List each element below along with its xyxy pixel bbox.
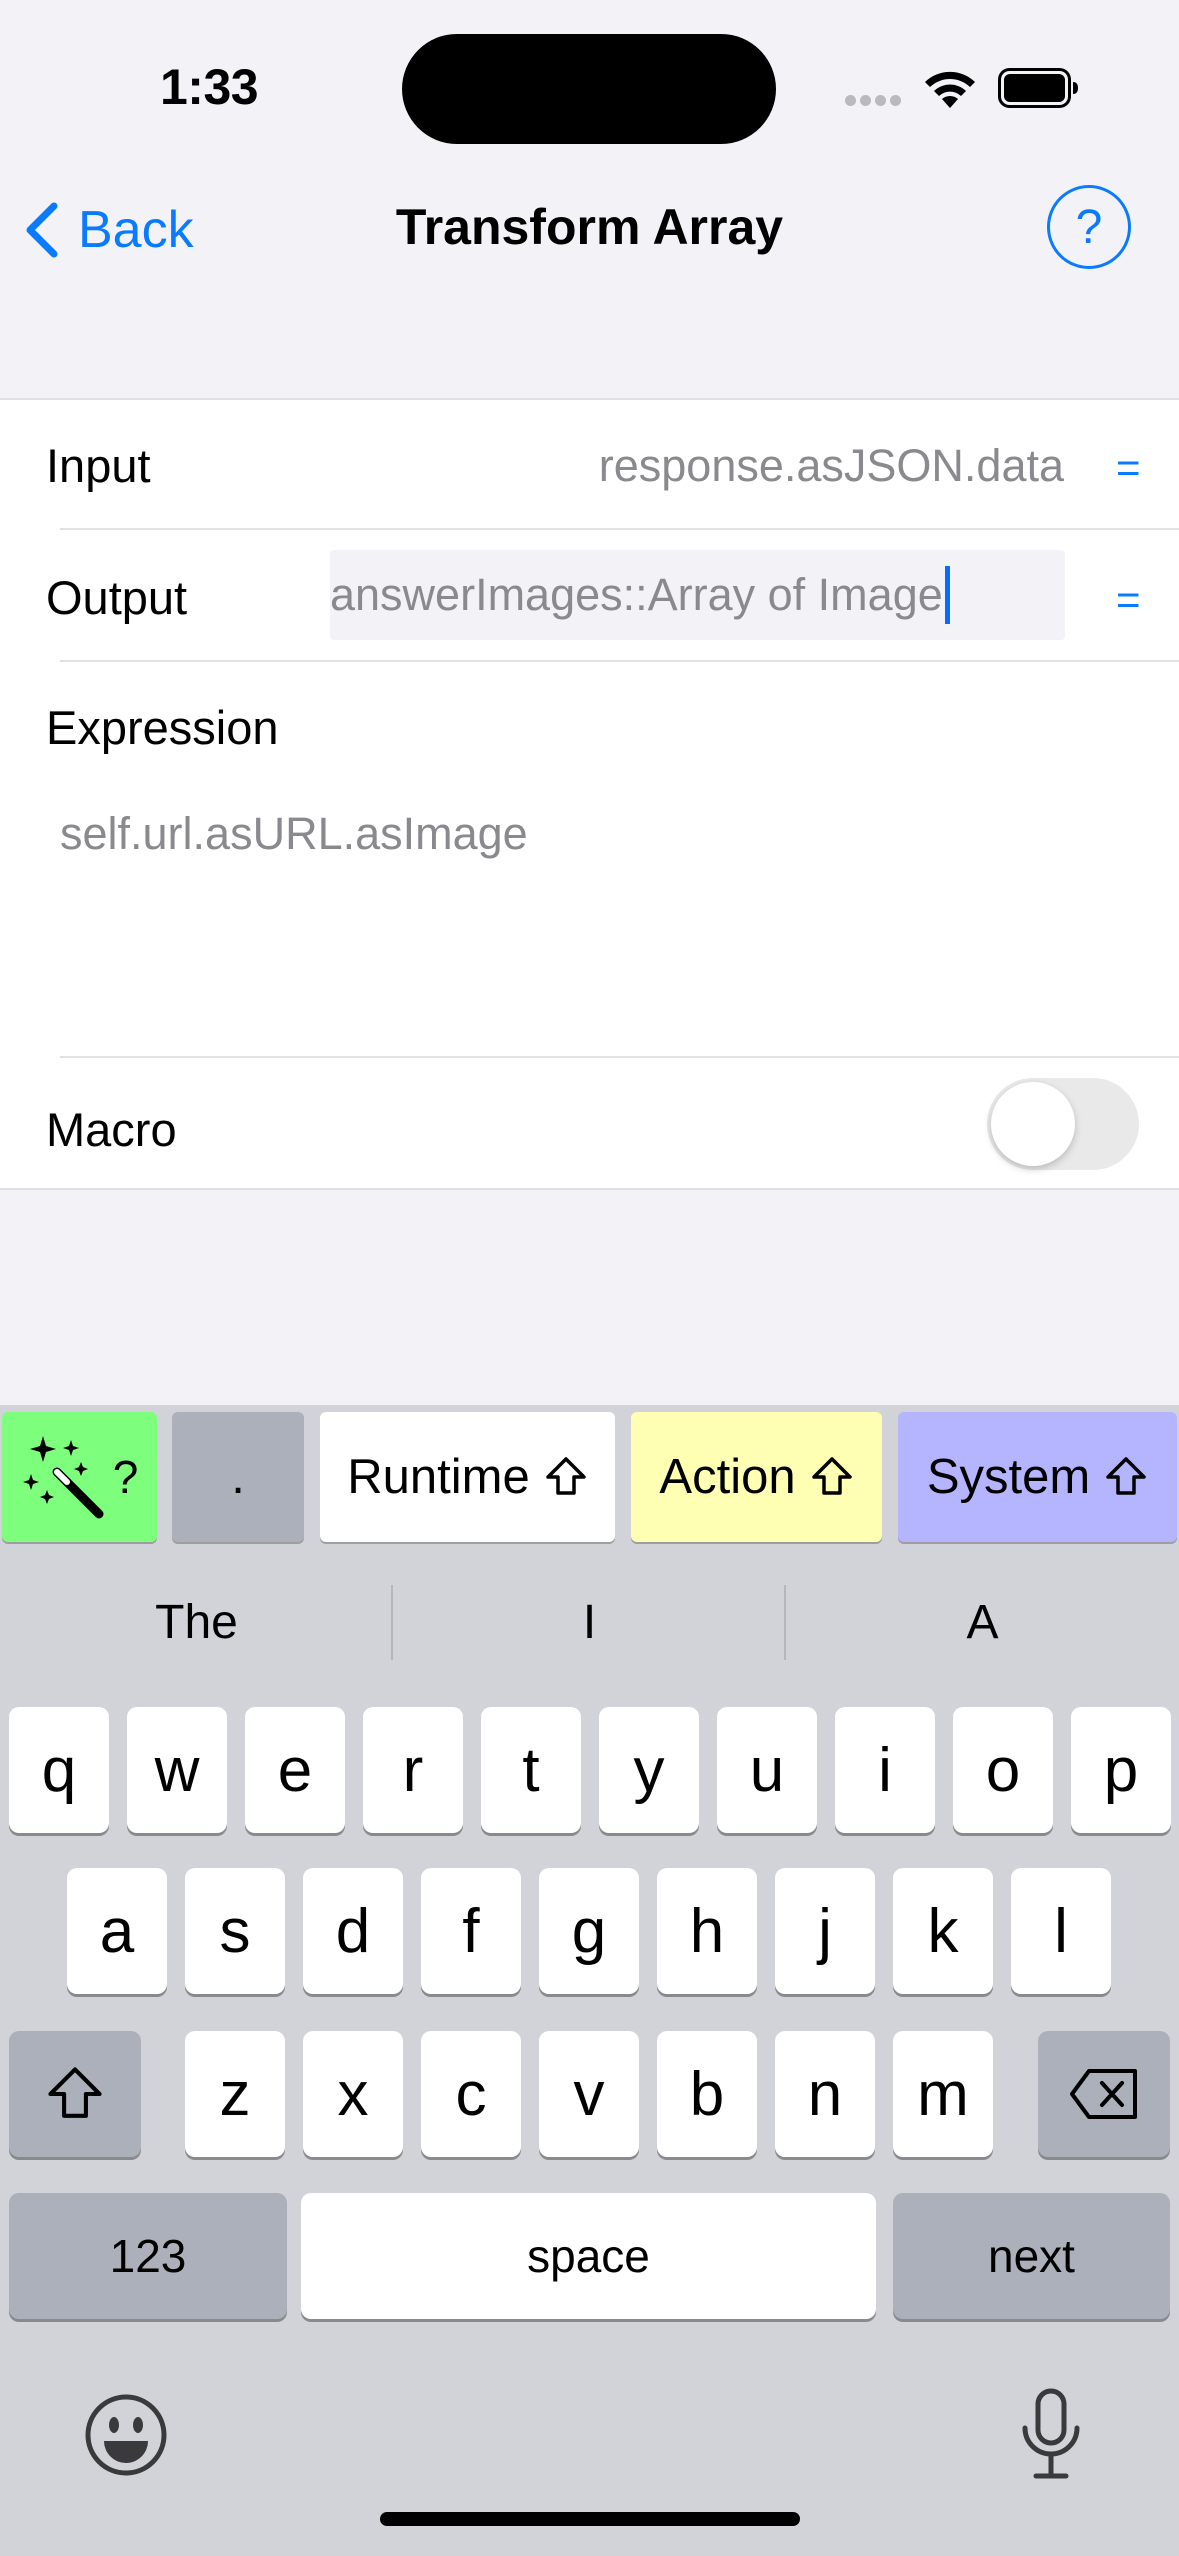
key-j[interactable]: j: [775, 1868, 875, 1994]
key-f[interactable]: f: [421, 1868, 521, 1994]
key-m[interactable]: m: [893, 2031, 993, 2157]
key-z[interactable]: z: [185, 2031, 285, 2157]
page-title: Transform Array: [395, 199, 784, 255]
cellular-signal-icon: [845, 93, 905, 111]
input-equals-button[interactable]: =: [1116, 444, 1141, 492]
delete-key[interactable]: [1038, 2031, 1170, 2157]
text-caret: [944, 566, 950, 624]
dynamic-island: [402, 34, 776, 144]
expression-label: Expression: [46, 701, 279, 754]
key-o[interactable]: o: [953, 1707, 1053, 1833]
shift-icon: [811, 1457, 852, 1495]
runtime-label: Runtime: [347, 1450, 530, 1504]
space-key[interactable]: space: [301, 2193, 876, 2319]
key-p[interactable]: p: [1071, 1707, 1171, 1833]
suggestion-3[interactable]: A: [786, 1595, 1179, 1650]
system-button[interactable]: System: [898, 1412, 1177, 1542]
wifi-icon: [925, 71, 975, 108]
key-e[interactable]: e: [245, 1707, 345, 1833]
dot-label: .: [231, 1450, 245, 1504]
key-i[interactable]: i: [835, 1707, 935, 1833]
key-a[interactable]: a: [67, 1868, 167, 1994]
key-x[interactable]: x: [303, 2031, 403, 2157]
key-d[interactable]: d: [303, 1868, 403, 1994]
help-button[interactable]: ?: [1047, 185, 1131, 269]
key-s[interactable]: s: [185, 1868, 285, 1994]
magic-wand-icon: [22, 1436, 104, 1519]
home-indicator: [380, 2512, 800, 2526]
shift-icon: [48, 2067, 102, 2118]
key-g[interactable]: g: [539, 1868, 639, 1994]
shift-key[interactable]: [9, 2031, 141, 2157]
battery-icon: [998, 68, 1078, 108]
key-u[interactable]: u: [717, 1707, 817, 1833]
key-c[interactable]: c: [421, 2031, 521, 2157]
key-h[interactable]: h: [657, 1868, 757, 1994]
key-k[interactable]: k: [893, 1868, 993, 1994]
key-w[interactable]: w: [127, 1707, 227, 1833]
macro-label: Macro: [46, 1103, 177, 1156]
question-circle-icon: ?: [1075, 200, 1103, 254]
magic-help-label: ?: [112, 1451, 139, 1503]
mic-icon[interactable]: [1020, 2388, 1082, 2480]
key-n[interactable]: n: [775, 2031, 875, 2157]
key-b[interactable]: b: [657, 2031, 757, 2157]
shift-icon: [545, 1457, 586, 1495]
output-label: Output: [46, 571, 188, 624]
key-v[interactable]: v: [539, 2031, 639, 2157]
shift-icon: [1106, 1457, 1146, 1495]
delete-icon: [1070, 2069, 1137, 2119]
expression-field[interactable]: self.url.asURL.asImage: [60, 808, 528, 860]
emoji-icon[interactable]: [84, 2393, 168, 2477]
key-y[interactable]: y: [599, 1707, 699, 1833]
key-q[interactable]: q: [9, 1707, 109, 1833]
action-button[interactable]: Action: [631, 1412, 882, 1542]
separator: [60, 660, 1179, 662]
numbers-key[interactable]: 123: [9, 2193, 287, 2319]
key-r[interactable]: r: [363, 1707, 463, 1833]
suggestion-2[interactable]: I: [393, 1595, 786, 1650]
magic-help-button[interactable]: ?: [2, 1412, 157, 1542]
runtime-button[interactable]: Runtime: [320, 1412, 615, 1542]
output-value: answerImages::Array of Image: [330, 569, 943, 620]
form-section: [0, 398, 1179, 1190]
output-field[interactable]: answerImages::Array of Image: [330, 550, 1065, 640]
key-l[interactable]: l: [1011, 1868, 1111, 1994]
output-equals-button[interactable]: =: [1116, 576, 1141, 624]
toggle-knob: [991, 1082, 1075, 1166]
input-label: Input: [46, 439, 151, 492]
action-label: Action: [659, 1450, 796, 1504]
input-value[interactable]: response.asJSON.data: [599, 440, 1064, 492]
separator: [60, 1056, 1179, 1058]
suggestion-1[interactable]: The: [0, 1595, 393, 1650]
system-label: System: [926, 1450, 1091, 1504]
next-key[interactable]: next: [893, 2193, 1170, 2319]
status-time: 1:33: [160, 59, 259, 115]
macro-toggle[interactable]: [987, 1078, 1139, 1170]
separator: [60, 528, 1179, 530]
dot-button[interactable]: .: [172, 1412, 304, 1542]
key-t[interactable]: t: [481, 1707, 581, 1833]
